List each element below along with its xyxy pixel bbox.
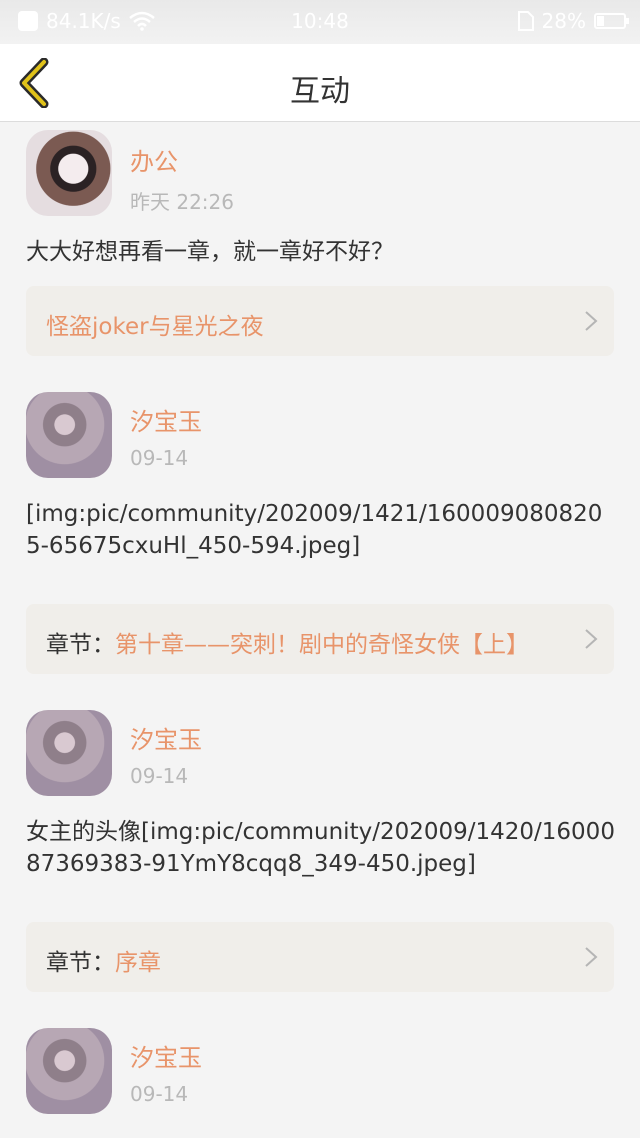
nav-bar: 互动 — [0, 44, 640, 122]
sim-icon — [517, 11, 534, 31]
page-title: 互动 — [290, 74, 350, 109]
post-time: 09-14 — [130, 1082, 189, 1106]
chapter-link[interactable]: 章节：第十章——突刺！剧中的奇怪女侠【上】 — [26, 604, 614, 674]
status-bar: 84.1K/s 10:48 28% — [0, 0, 640, 44]
chevron-right-icon — [585, 629, 598, 649]
avatar[interactable] — [26, 710, 112, 796]
link-text: 怪盗joker与星光之夜 — [46, 307, 264, 341]
link-title: 第十章——突刺！剧中的奇怪女侠【上】 — [115, 632, 529, 658]
post-time: 09-14 — [130, 764, 189, 788]
interaction-feed[interactable]: 办公 昨天 22:26 大大好想再看一章，就一章好不好？ 怪盗joker与星光之… — [0, 122, 640, 1138]
battery-icon — [594, 13, 629, 29]
chapter-link[interactable]: 章节：序章 — [26, 922, 614, 992]
link-text: 章节：第十章——突刺！剧中的奇怪女侠【上】 — [46, 625, 529, 659]
chevron-right-icon — [585, 947, 598, 967]
post-time: 昨天 22:26 — [130, 190, 234, 214]
avatar[interactable] — [26, 392, 112, 478]
chevron-right-icon — [585, 311, 598, 331]
username[interactable]: 汐宝玉 — [130, 402, 202, 437]
post-time: 09-14 — [130, 446, 189, 470]
post-content: 女主的头像[img:pic/community/202009/1420/1600… — [26, 819, 615, 877]
post-content: [img:pic/community/202009/1421/160009080… — [26, 501, 603, 559]
link-prefix: 章节： — [46, 632, 115, 658]
status-right: 28% — [516, 9, 629, 33]
username[interactable]: 汐宝玉 — [130, 1038, 202, 1073]
link-prefix: 章节： — [46, 950, 115, 976]
username[interactable]: 汐宝玉 — [130, 720, 202, 755]
link-title: 序章 — [115, 950, 161, 976]
post-content: 大大好想再看一章，就一章好不好？ — [26, 239, 394, 265]
book-link[interactable]: 怪盗joker与星光之夜 — [26, 286, 614, 356]
username[interactable]: 办公 — [130, 142, 178, 177]
link-title: 怪盗joker与星光之夜 — [46, 314, 264, 340]
battery-percent: 28% — [541, 9, 586, 33]
avatar[interactable] — [26, 130, 112, 216]
link-text: 章节：序章 — [46, 943, 161, 977]
avatar[interactable] — [26, 1028, 112, 1114]
